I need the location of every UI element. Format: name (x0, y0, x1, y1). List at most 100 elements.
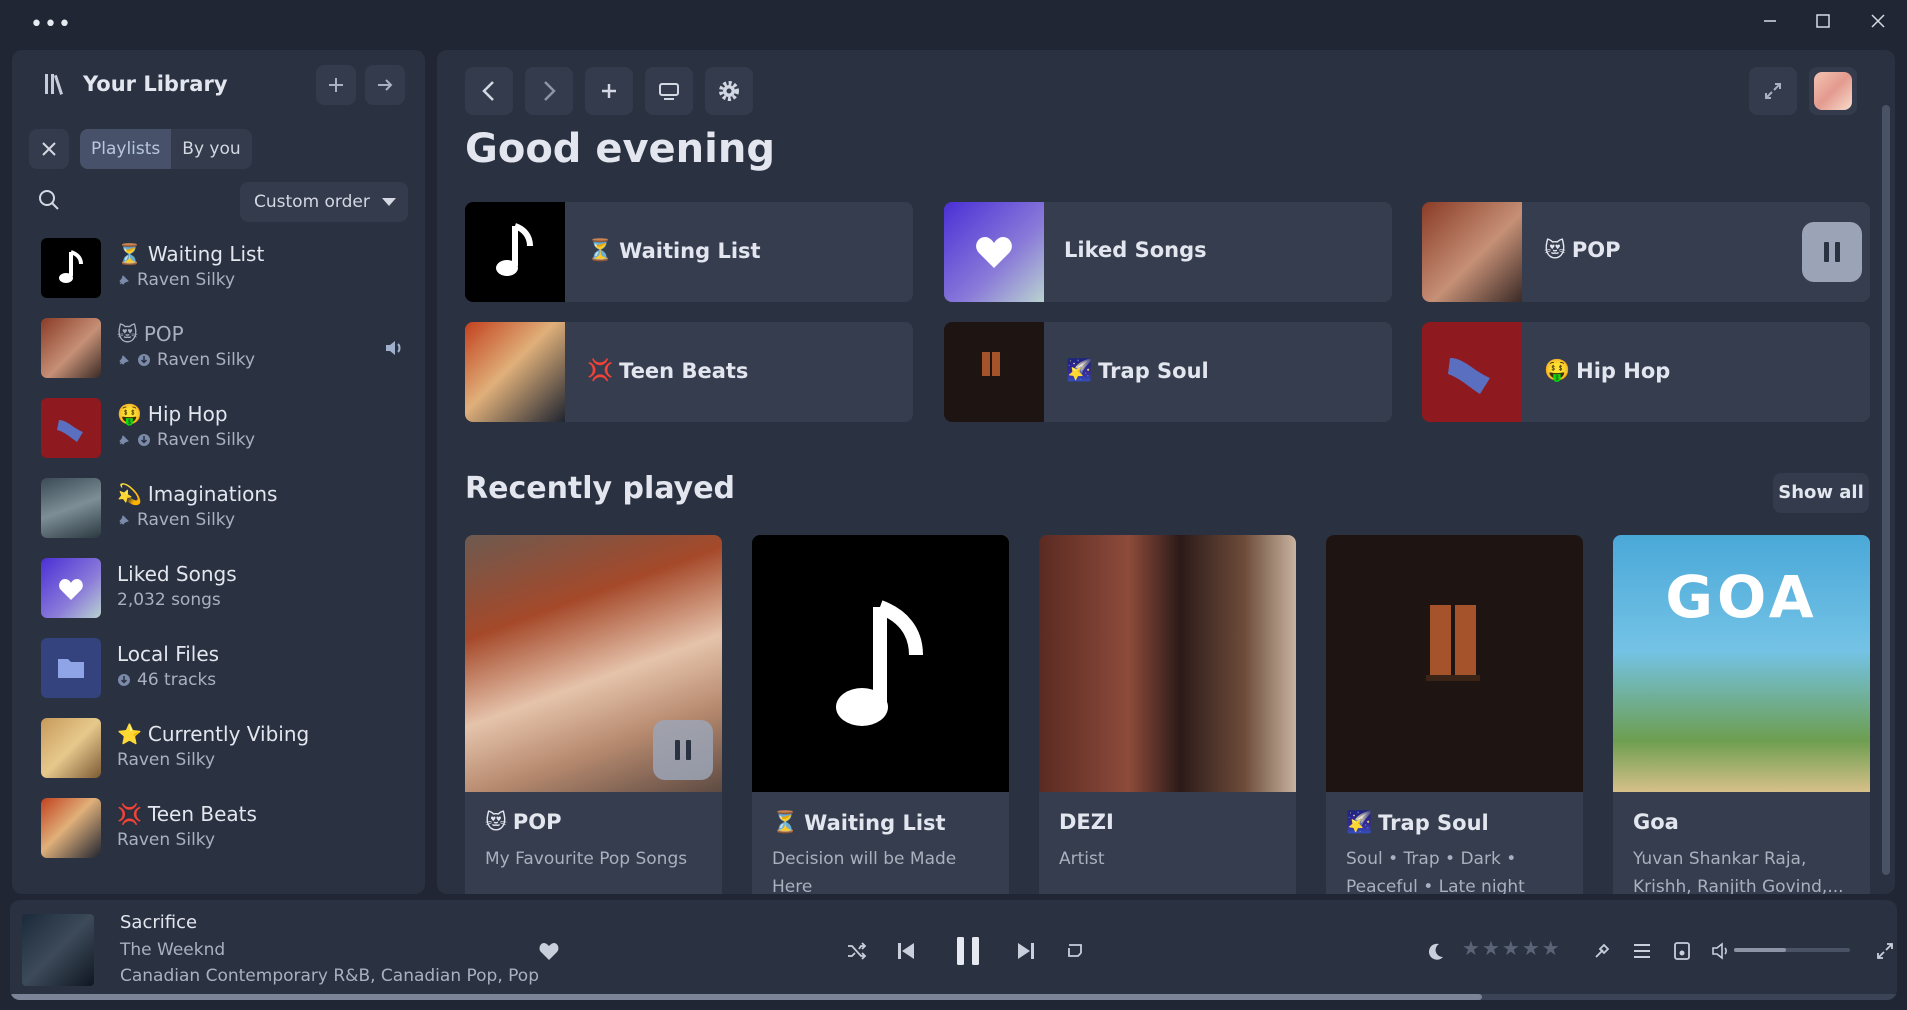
mute-button[interactable] (1707, 936, 1737, 966)
star-icon[interactable]: ★ (1462, 936, 1480, 960)
library-item-name: Waiting List (147, 242, 265, 266)
library-item-pop[interactable]: 😻 POP Raven Silky (29, 313, 419, 383)
sort-order-dropdown[interactable]: Custom order (240, 182, 408, 222)
device-button[interactable] (645, 67, 693, 115)
library-icon (45, 74, 63, 95)
quick-pick-liked-songs[interactable]: Liked Songs (944, 202, 1392, 302)
filter-by-you-chip[interactable]: By you (171, 129, 251, 169)
fullscreen-player-button[interactable] (1873, 936, 1897, 966)
now-playing-bar: Sacrifice The Weeknd Canadian Contempora… (10, 900, 1897, 1000)
pin-icon (119, 275, 129, 285)
search-library-button[interactable] (34, 185, 64, 215)
star-icon[interactable]: ★ (1522, 936, 1540, 960)
connect-device-button[interactable] (1667, 936, 1697, 966)
shuffle-button[interactable] (842, 936, 872, 966)
now-playing-cover[interactable] (22, 914, 94, 986)
library-item-owner: Raven Silky (157, 430, 256, 450)
minimize-icon[interactable] (1750, 6, 1790, 36)
trap-soul-cover (1326, 535, 1583, 792)
expand-library-button[interactable] (365, 65, 405, 105)
downloaded-icon (138, 354, 150, 366)
pause-button[interactable] (1802, 222, 1862, 282)
library-item-name: Imaginations (147, 482, 278, 506)
clear-filter-button[interactable] (29, 129, 69, 169)
maximize-icon[interactable] (1803, 6, 1843, 36)
filter-chips: Playlists By you (80, 129, 252, 169)
previous-button[interactable] (891, 936, 921, 966)
settings-button[interactable] (705, 67, 753, 115)
library-item-name: POP (143, 322, 184, 346)
imaginations-cover (41, 478, 101, 538)
teen-beats-cover (465, 322, 565, 422)
quick-pick-label: Hip Hop (1576, 358, 1671, 383)
dizzy-emoji: 💫 (117, 482, 142, 506)
sort-order-label: Custom order (254, 192, 370, 212)
library-item-liked-songs[interactable]: Liked Songs 2,032 songs (29, 553, 419, 623)
next-button[interactable] (1011, 936, 1041, 966)
recent-card-waiting-list[interactable]: ⏳ Waiting List Decision will be Made Here (752, 535, 1009, 894)
fullscreen-button[interactable] (1749, 67, 1797, 115)
heart-icon (539, 943, 559, 960)
add-playlist-button[interactable] (316, 65, 356, 105)
sleep-timer-button[interactable] (1420, 936, 1450, 966)
library-item-local-files[interactable]: Local Files 46 tracks (29, 633, 419, 703)
close-icon[interactable] (1858, 6, 1898, 36)
queue-icon (1634, 944, 1650, 958)
star-icon[interactable]: ★ (1482, 936, 1500, 960)
hip-hop-cover (1422, 322, 1522, 422)
downloaded-icon (138, 434, 150, 446)
recent-card-goa[interactable]: GOA Goa Yuvan Shankar Raja, Krishh, Ranj… (1613, 535, 1870, 894)
search-icon (39, 190, 59, 210)
back-button[interactable] (465, 67, 513, 115)
star-icon[interactable]: ★ (1502, 936, 1520, 960)
hourglass-emoji: ⏳ (587, 238, 614, 262)
quick-pick-trap-soul[interactable]: 🌠 Trap Soul (944, 322, 1392, 422)
playback-progress-bar[interactable] (10, 994, 1897, 1000)
anger-emoji: 💢 (587, 358, 614, 382)
ellipsis-icon[interactable]: ••• (30, 14, 72, 36)
library-item-waiting-list[interactable]: ⏳ Waiting List Raven Silky (29, 233, 419, 303)
volume-slider[interactable] (1734, 948, 1850, 952)
track-genres: Canadian Contemporary R&B, Canadian Pop,… (120, 966, 539, 986)
recent-card-trap-soul[interactable]: 🌠 Trap Soul Soul • Trap • Dark • Peaceful… (1326, 535, 1583, 894)
library-item-currently-vibing[interactable]: ⭐ Currently Vibing Raven Silky (29, 713, 419, 783)
show-all-button[interactable]: Show all (1773, 473, 1869, 513)
money-mouth-emoji: 🤑 (117, 402, 142, 426)
play-pause-button[interactable] (947, 930, 989, 972)
pause-button[interactable] (653, 720, 713, 780)
star-rating[interactable]: ★ ★ ★ ★ ★ (1462, 936, 1560, 960)
repeat-icon (1068, 944, 1082, 957)
quick-pick-waiting-list[interactable]: ⏳ Waiting List (465, 202, 913, 302)
star-icon[interactable]: ★ (1542, 936, 1560, 960)
create-button[interactable] (585, 67, 633, 115)
hip-hop-cover (41, 398, 101, 458)
hourglass-emoji: ⏳ (117, 242, 142, 266)
lyrics-button[interactable] (1587, 936, 1617, 966)
pause-icon (1824, 242, 1840, 262)
home-view: Good evening ⏳ Waiting List Liked Songs 😻… (437, 50, 1895, 894)
library-title[interactable]: Your Library (83, 72, 228, 96)
library-item-teen-beats[interactable]: 💢 Teen Beats Raven Silky (29, 793, 419, 863)
track-artist[interactable]: The Weeknd (120, 940, 225, 960)
filter-playlists-chip[interactable]: Playlists (80, 129, 172, 169)
quick-pick-teen-beats[interactable]: 💢 Teen Beats (465, 322, 913, 422)
library-item-imaginations[interactable]: 💫 Imaginations Raven Silky (29, 473, 419, 543)
card-title: POP (512, 810, 562, 834)
quick-pick-hip-hop[interactable]: 🤑 Hip Hop (1422, 322, 1870, 422)
profile-button[interactable] (1809, 67, 1857, 115)
queue-button[interactable] (1627, 936, 1657, 966)
trap-soul-cover (944, 322, 1044, 422)
forward-button[interactable] (525, 67, 573, 115)
repeat-button[interactable] (1060, 936, 1090, 966)
chevron-left-icon (482, 81, 494, 101)
main-scrollbar[interactable] (1882, 105, 1890, 875)
microphone-icon (1595, 943, 1610, 958)
recent-card-pop[interactable]: 😻 POP My Favourite Pop Songs (465, 535, 722, 894)
recent-card-dezi[interactable]: DEZI Artist (1039, 535, 1296, 894)
like-button[interactable] (534, 936, 564, 966)
quick-pick-pop[interactable]: 😻 POP (1422, 202, 1870, 302)
card-title: DEZI (1059, 810, 1114, 834)
library-item-hip-hop[interactable]: 🤑 Hip Hop Raven Silky (29, 393, 419, 463)
track-title[interactable]: Sacrifice (120, 912, 197, 933)
close-icon (42, 142, 56, 156)
